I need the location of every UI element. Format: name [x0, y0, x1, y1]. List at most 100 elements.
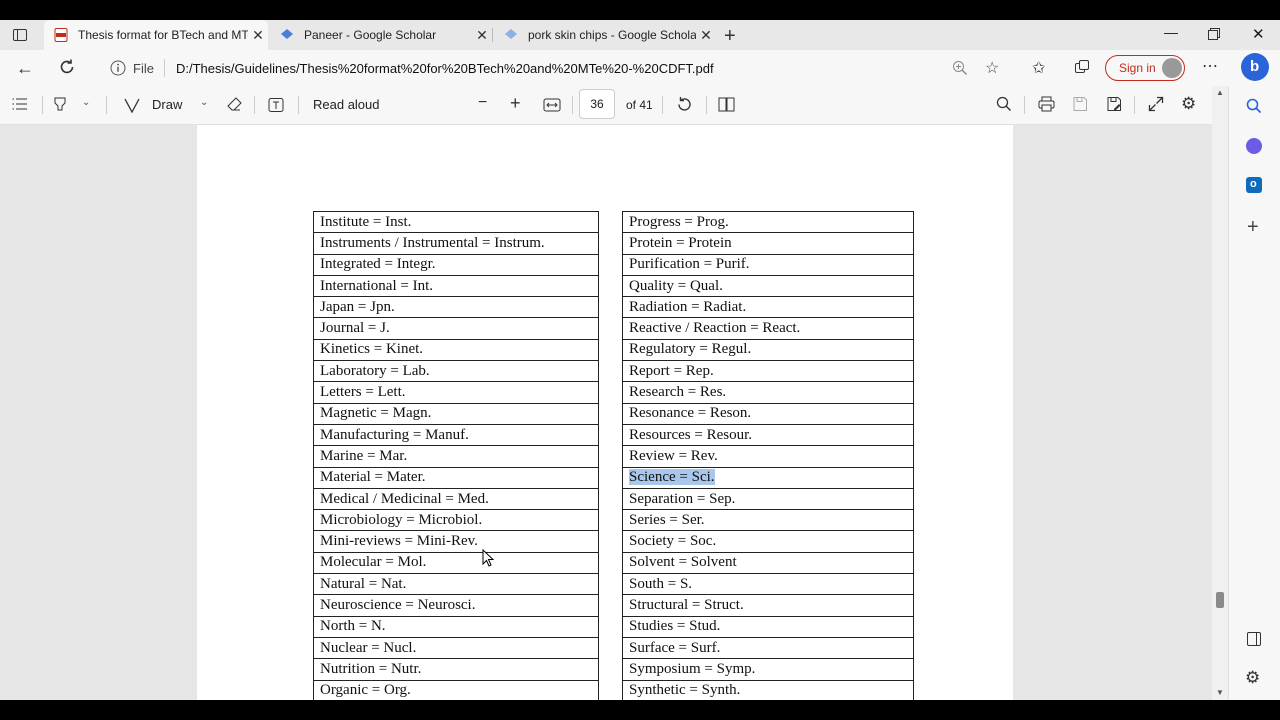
- copilot-icon[interactable]: b: [1241, 53, 1269, 81]
- add-favorite-icon[interactable]: ☆: [985, 58, 999, 78]
- table-row: Society = Soc.: [622, 530, 914, 553]
- rotate-icon[interactable]: [676, 96, 693, 113]
- minimize-icon[interactable]: —: [1164, 24, 1178, 40]
- table-row: Reactive / Reaction = React.: [622, 317, 914, 340]
- restore-icon[interactable]: [1208, 28, 1220, 40]
- page-number-input[interactable]: 36: [579, 89, 615, 119]
- tab-strip: Thesis format for BTech and MTe ✕ Paneer…: [0, 20, 1280, 50]
- collections-icon[interactable]: [1074, 59, 1090, 75]
- hide-sidebar-icon[interactable]: [1247, 632, 1261, 646]
- tab-pork-scholar[interactable]: pork skin chips - Google Scholar ✕: [494, 20, 716, 50]
- table-row: Synthetic = Synth.: [622, 679, 914, 700]
- favorites-icon[interactable]: ✩: [1032, 58, 1045, 78]
- sidebar-settings-icon[interactable]: ⚙: [1245, 668, 1260, 688]
- table-cell: Review = Rev.: [622, 445, 914, 468]
- table-row: Progress = Prog.: [622, 210, 914, 234]
- draw-label[interactable]: Draw: [152, 97, 182, 112]
- refresh-icon[interactable]: [58, 58, 76, 76]
- table-body: Institute = Inst. Instruments / Instrumen…: [313, 210, 599, 700]
- add-sidebar-app-icon[interactable]: +: [1247, 216, 1259, 239]
- draw-dropdown-icon[interactable]: ⌄: [200, 97, 208, 108]
- highlight-icon[interactable]: [52, 96, 68, 112]
- sign-in-button[interactable]: Sign in: [1105, 55, 1185, 81]
- table-cell: Surface = Surf.: [622, 636, 914, 660]
- table-row: Resources = Resour.: [622, 423, 914, 447]
- save-icon[interactable]: [1072, 96, 1088, 112]
- table-cell: Resources = Resour.: [622, 423, 914, 447]
- text-box-icon[interactable]: [268, 97, 284, 113]
- pdf-toolbar: ⌄ Draw ⌄ Read aloud − + 36 of 41 ⚙: [0, 86, 1228, 125]
- close-tab-icon[interactable]: ✕: [472, 27, 492, 44]
- info-icon[interactable]: [110, 60, 126, 76]
- close-tab-icon[interactable]: ✕: [696, 27, 716, 44]
- zoom-out-icon[interactable]: −: [478, 94, 487, 112]
- table-body: Progress = Prog. Protein = Protein Purific…: [622, 210, 914, 700]
- table-cell: Mini-reviews = Mini-Rev.: [313, 530, 599, 553]
- table-cell: Japan = Jpn.: [313, 296, 599, 319]
- contents-icon[interactable]: [12, 97, 28, 111]
- table-cell: Progress = Prog.: [622, 210, 914, 234]
- page-view-icon[interactable]: [718, 97, 735, 112]
- read-aloud-button[interactable]: Read aloud: [313, 97, 380, 112]
- settings-gear-icon[interactable]: ⚙: [1181, 94, 1196, 114]
- close-window-icon[interactable]: ✕: [1252, 25, 1265, 43]
- table-row: Laboratory = Lab.: [313, 360, 599, 383]
- table-row: Mini-reviews = Mini-Rev.: [313, 530, 599, 553]
- scrollbar-thumb[interactable]: [1216, 592, 1224, 608]
- table-cell: Radiation = Radiat.: [622, 296, 914, 319]
- zoom-in-icon[interactable]: +: [510, 93, 521, 114]
- mouse-cursor-icon: [482, 549, 494, 567]
- new-tab-icon[interactable]: +: [724, 25, 736, 48]
- table-cell: International = Int.: [313, 274, 599, 298]
- scroll-up-icon[interactable]: ▲: [1216, 88, 1224, 97]
- table-row: Quality = Qual.: [622, 274, 914, 298]
- back-icon[interactable]: ←: [16, 58, 34, 79]
- table-cell: Neuroscience = Neurosci.: [313, 594, 599, 617]
- tab-title: pork skin chips - Google Scholar: [528, 28, 696, 42]
- table-cell: Regulatory = Regul.: [622, 338, 914, 362]
- table-cell: Studies = Stud.: [622, 615, 914, 638]
- url-text[interactable]: D:/Thesis/Guidelines/Thesis%20format%20f…: [176, 61, 714, 76]
- table-row: Surface = Surf.: [622, 636, 914, 660]
- address-field[interactable]: File D:/Thesis/Guidelines/Thesis%20forma…: [100, 54, 1030, 82]
- tab-paneer-scholar[interactable]: Paneer - Google Scholar ✕: [270, 20, 492, 50]
- save-as-icon[interactable]: [1106, 96, 1122, 112]
- outlook-icon[interactable]: o: [1246, 177, 1262, 193]
- close-tab-icon[interactable]: ✕: [248, 27, 268, 44]
- table-row: Organic = Org.: [313, 679, 599, 700]
- table-row: Studies = Stud.: [622, 615, 914, 638]
- table-row: Medical / Medicinal = Med.: [313, 487, 599, 511]
- table-row: South = S.: [622, 573, 914, 596]
- table-cell: Kinetics = Kinet.: [313, 338, 599, 362]
- highlight-dropdown-icon[interactable]: ⌄: [82, 97, 90, 108]
- more-menu-icon[interactable]: ⋯: [1202, 56, 1218, 76]
- vertical-scrollbar[interactable]: ▲ ▼: [1212, 86, 1228, 700]
- eraser-icon[interactable]: [226, 96, 242, 112]
- table-row: Separation = Sep.: [622, 487, 914, 511]
- table-cell: Separation = Sep.: [622, 487, 914, 511]
- tab-thesis-pdf[interactable]: Thesis format for BTech and MTe ✕: [44, 20, 268, 50]
- page-total: of 41: [626, 98, 653, 112]
- table-row: Resonance = Reson.: [622, 402, 914, 425]
- fullscreen-icon[interactable]: [1148, 96, 1164, 112]
- table-cell: Laboratory = Lab.: [313, 360, 599, 383]
- tab-actions-icon[interactable]: [12, 27, 28, 43]
- toolbar-divider: [572, 96, 573, 114]
- zoom-icon[interactable]: [952, 60, 968, 76]
- search-icon[interactable]: [996, 96, 1012, 112]
- selected-text: Science = Sci.: [629, 469, 715, 486]
- sidebar-apps-icon[interactable]: [1246, 138, 1262, 154]
- draw-icon[interactable]: [124, 97, 140, 113]
- toolbar-divider: [106, 96, 107, 114]
- sidebar-search-icon[interactable]: [1246, 98, 1262, 114]
- outlook-glyph: o: [1250, 178, 1257, 190]
- table-row: Solvent = Solvent: [622, 551, 914, 575]
- fit-to-page-icon[interactable]: [543, 97, 561, 113]
- table-row: Nutrition = Nutr.: [313, 658, 599, 681]
- table-row: Protein = Protein: [622, 232, 914, 255]
- table-cell: Symposium = Symp.: [622, 658, 914, 681]
- table-row: Neuroscience = Neurosci.: [313, 594, 599, 617]
- scroll-down-icon[interactable]: ▼: [1216, 688, 1224, 697]
- print-icon[interactable]: [1038, 96, 1055, 112]
- tab-title: Thesis format for BTech and MTe: [78, 28, 248, 42]
